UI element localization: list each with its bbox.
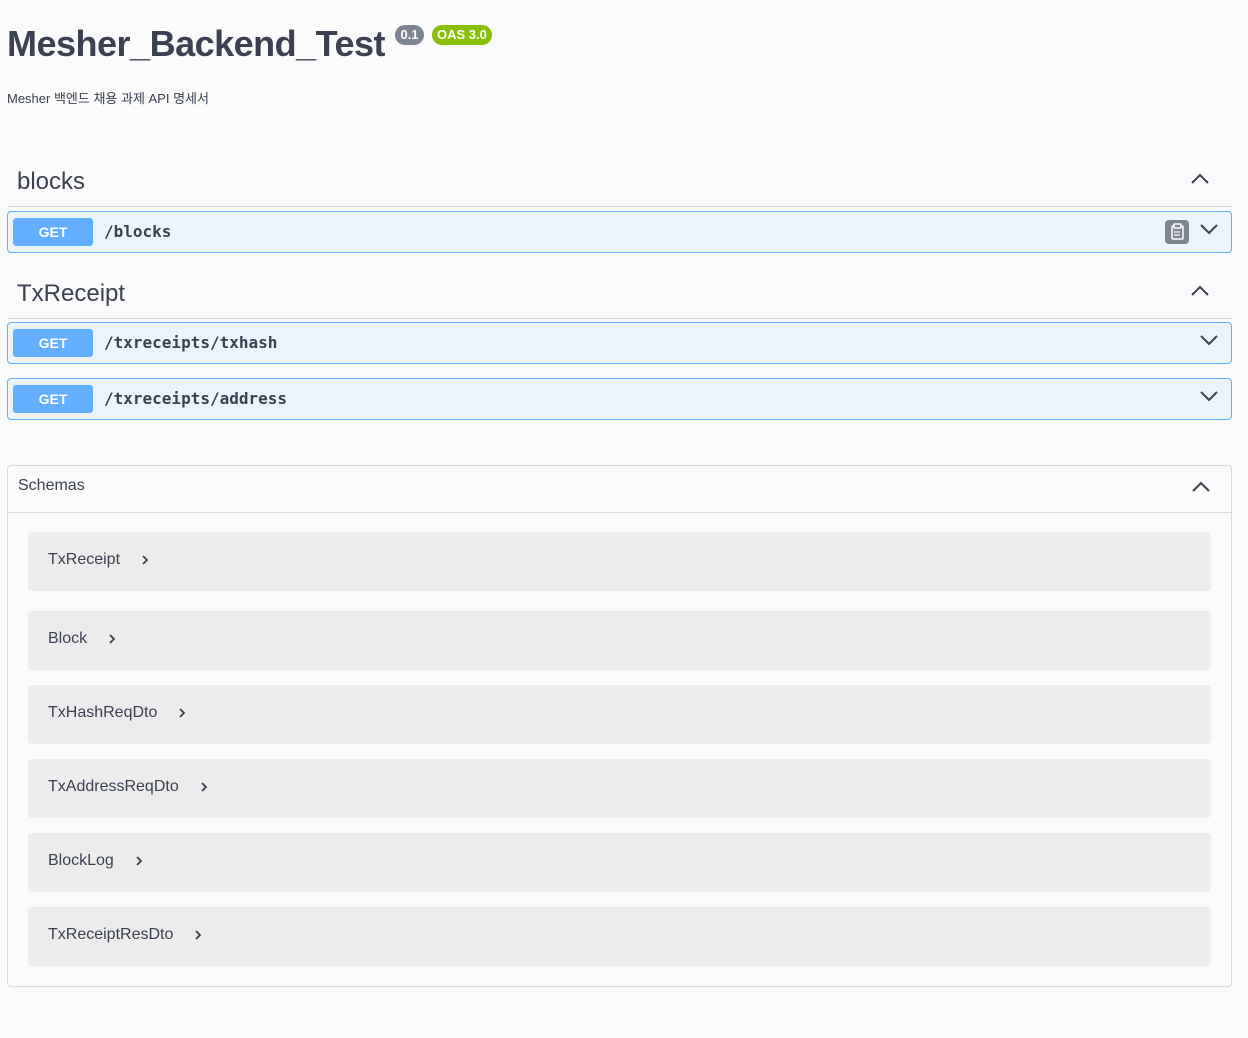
model-name: BlockLog: [48, 852, 114, 869]
oas-badge: OAS 3.0: [432, 25, 492, 45]
chevron-right-icon[interactable]: [177, 707, 187, 719]
model-name: Block: [48, 630, 88, 647]
chevron-up-icon[interactable]: [1190, 285, 1210, 297]
method-badge: GET: [13, 218, 93, 246]
chevron-up-icon[interactable]: [1190, 173, 1210, 185]
copy-icon[interactable]: [1165, 220, 1189, 244]
model-name: TxReceiptResDto: [48, 926, 174, 943]
model-item[interactable]: BlockLog: [28, 833, 1211, 892]
tag-name: blocks: [17, 168, 86, 195]
api-title: Mesher_Backend_Test: [7, 23, 386, 64]
operation-path: /txreceipts/txhash: [104, 333, 278, 352]
schemas-label: Schemas: [18, 477, 85, 494]
operation-get-txreceipts-address[interactable]: GET /txreceipts/address: [7, 378, 1232, 420]
tag-section-blocks[interactable]: blocks: [7, 156, 1232, 207]
model-item[interactable]: TxAddressReqDto: [28, 759, 1211, 818]
model-name: TxAddressReqDto: [48, 778, 179, 795]
chevron-right-icon[interactable]: [107, 633, 117, 645]
operation-get-blocks[interactable]: GET /blocks: [7, 211, 1232, 253]
chevron-right-icon[interactable]: [199, 781, 209, 793]
version-badge: 0.1: [395, 25, 424, 45]
method-badge: GET: [13, 385, 93, 413]
tag-name: TxReceipt: [17, 280, 126, 307]
model-item[interactable]: TxReceipt: [28, 532, 1211, 591]
model-item[interactable]: TxReceiptResDto: [28, 907, 1211, 966]
chevron-down-icon[interactable]: [1199, 223, 1219, 235]
operation-get-txreceipts-txhash[interactable]: GET /txreceipts/txhash: [7, 322, 1232, 364]
api-header: Mesher_Backend_Test 0.1 OAS 3.0: [7, 20, 492, 68]
chevron-right-icon[interactable]: [134, 855, 144, 867]
schemas-section: Schemas TxReceipt Block TxHashReqDto TxA…: [7, 465, 1232, 987]
model-name: TxHashReqDto: [48, 704, 158, 721]
method-badge: GET: [13, 329, 93, 357]
model-item[interactable]: Block: [28, 611, 1211, 670]
api-description: Mesher 백엔드 채용 과제 API 명세서: [7, 91, 209, 106]
tag-section-txreceipt[interactable]: TxReceipt: [7, 268, 1232, 319]
operation-path: /txreceipts/address: [104, 389, 288, 408]
operation-path: /blocks: [104, 222, 172, 241]
chevron-down-icon[interactable]: [1199, 334, 1219, 346]
chevron-down-icon[interactable]: [1199, 390, 1219, 402]
model-name: TxReceipt: [48, 551, 121, 568]
chevron-right-icon[interactable]: [140, 554, 150, 566]
chevron-right-icon[interactable]: [193, 929, 203, 941]
schemas-header[interactable]: Schemas: [8, 466, 1231, 513]
model-item[interactable]: TxHashReqDto: [28, 685, 1211, 744]
chevron-up-icon[interactable]: [1191, 481, 1211, 493]
